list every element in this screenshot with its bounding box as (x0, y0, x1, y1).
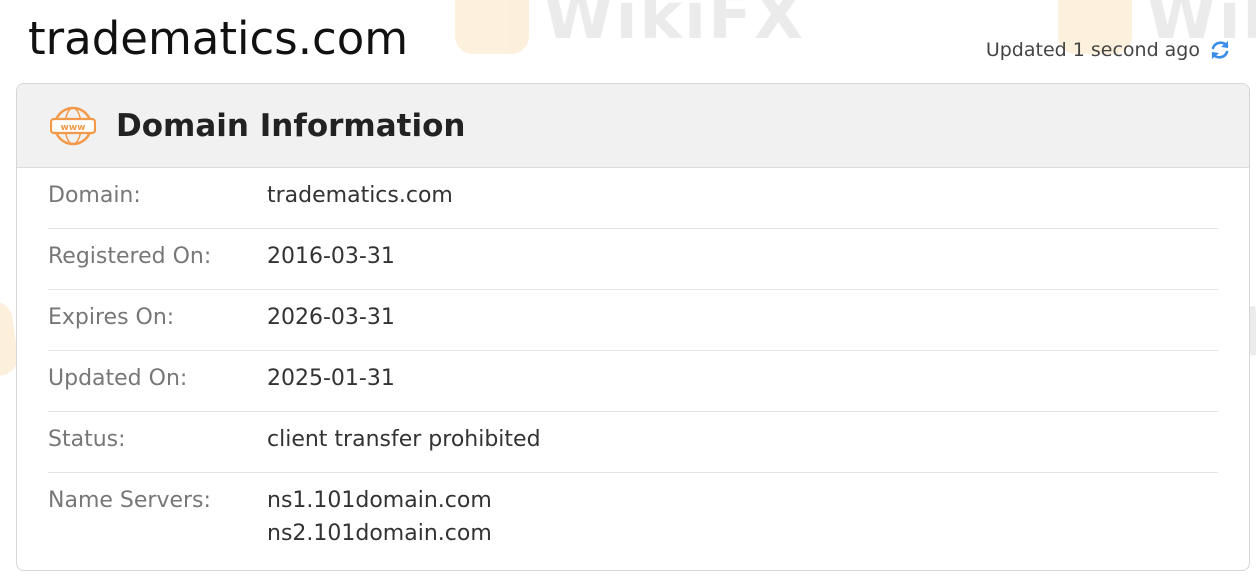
row-value: ns1.101domain.com ns2.101domain.com (267, 473, 492, 546)
name-server-value: ns2.101domain.com (267, 521, 492, 546)
domain-value: tradematics.com (267, 183, 453, 208)
info-row-registered-on: Registered On: 2016-03-31 (48, 229, 1218, 290)
row-value: client transfer prohibited (267, 412, 541, 452)
info-row-updated-on: Updated On: 2025-01-31 (48, 351, 1218, 412)
info-row-status: Status: client transfer prohibited (48, 412, 1218, 473)
row-value: 2016-03-31 (267, 229, 395, 269)
expires-on-value: 2026-03-31 (267, 305, 395, 330)
page-title: tradematics.com (28, 12, 409, 65)
row-label: Domain: (48, 183, 141, 208)
domain-info-list: Domain: tradematics.com Registered On: 2… (17, 168, 1249, 546)
row-label: Status: (48, 427, 126, 452)
updated-on-value: 2025-01-31 (267, 366, 395, 391)
status-value: client transfer prohibited (267, 427, 541, 452)
info-row-expires-on: Expires On: 2026-03-31 (48, 290, 1218, 351)
row-label: Registered On: (48, 244, 212, 269)
card-title: Domain Information (116, 107, 466, 144)
info-row-name-servers: Name Servers: ns1.101domain.com ns2.101d… (48, 473, 1218, 546)
row-label: Expires On: (48, 305, 175, 330)
svg-text:www: www (61, 123, 86, 133)
row-label: Name Servers: (48, 488, 211, 513)
registered-on-value: 2016-03-31 (267, 244, 395, 269)
domain-information-card: www Domain Information Domain: trademati… (16, 83, 1250, 571)
row-value: 2026-03-31 (267, 290, 395, 330)
watermark-logo: WikiFX (455, 0, 805, 54)
name-server-value: ns1.101domain.com (267, 488, 492, 513)
info-row-domain: Domain: tradematics.com (48, 168, 1218, 229)
row-value: tradematics.com (267, 168, 453, 208)
updated-status: Updated 1 second ago (986, 38, 1232, 62)
row-label: Updated On: (48, 366, 188, 391)
row-value: 2025-01-31 (267, 351, 395, 391)
www-icon: www (49, 106, 97, 146)
card-header: www Domain Information (17, 84, 1249, 168)
refresh-icon[interactable] (1208, 38, 1232, 62)
updated-text: Updated 1 second ago (985, 39, 1200, 61)
